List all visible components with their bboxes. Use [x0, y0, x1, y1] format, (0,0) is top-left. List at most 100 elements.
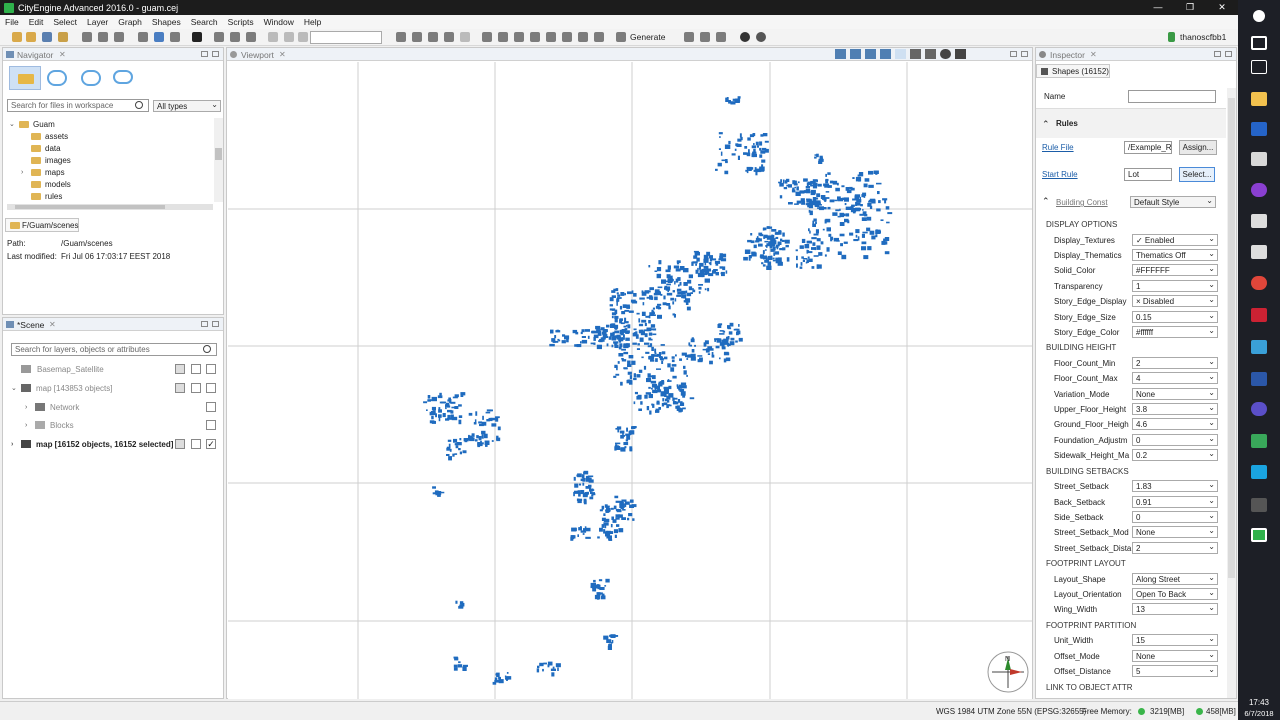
- shape-footprint[interactable]: [596, 344, 602, 350]
- cloud-upload-icon[interactable]: [47, 70, 67, 86]
- shape-footprint[interactable]: [676, 288, 682, 292]
- shape-footprint[interactable]: [744, 249, 751, 255]
- shape-footprint[interactable]: [650, 324, 656, 328]
- attribute-value[interactable]: 0.15: [1132, 310, 1218, 323]
- shape-footprint[interactable]: [648, 332, 653, 336]
- cloud-icon[interactable]: [756, 32, 766, 42]
- shape-footprint[interactable]: [628, 513, 633, 517]
- shape-footprint[interactable]: [627, 324, 631, 329]
- shape-footprint[interactable]: [767, 261, 772, 266]
- shape-footprint[interactable]: [761, 159, 766, 163]
- shape-footprint[interactable]: [670, 367, 675, 372]
- shape-footprint[interactable]: [478, 442, 484, 445]
- shape-footprint[interactable]: [812, 197, 817, 202]
- shape-footprint[interactable]: [835, 187, 840, 192]
- shape-tool-icon-2[interactable]: [498, 32, 508, 42]
- shape-footprint[interactable]: [825, 191, 830, 193]
- shape-footprint[interactable]: [636, 374, 641, 378]
- shape-footprint[interactable]: [458, 415, 463, 418]
- shape-footprint[interactable]: [839, 222, 845, 226]
- shape-footprint[interactable]: [599, 509, 603, 512]
- shape-footprint[interactable]: [826, 227, 832, 232]
- shape-footprint[interactable]: [715, 272, 720, 276]
- shape-footprint[interactable]: [807, 256, 810, 259]
- search-icon[interactable]: [135, 101, 143, 109]
- shape-footprint[interactable]: [613, 529, 618, 534]
- shape-footprint[interactable]: [786, 257, 790, 262]
- shape-footprint[interactable]: [841, 185, 845, 188]
- shape-footprint[interactable]: [620, 434, 624, 439]
- shape-footprint[interactable]: [849, 232, 854, 236]
- shape-footprint[interactable]: [645, 351, 650, 354]
- tree-item-images[interactable]: images: [21, 154, 71, 166]
- shape-footprint[interactable]: [629, 375, 632, 380]
- shape-footprint[interactable]: [446, 454, 450, 456]
- shape-footprint[interactable]: [762, 250, 765, 255]
- shape-footprint[interactable]: [837, 215, 841, 218]
- shape-footprint[interactable]: [670, 297, 674, 301]
- shape-footprint[interactable]: [663, 402, 668, 406]
- shape-footprint[interactable]: [770, 248, 775, 252]
- shape-footprint[interactable]: [452, 396, 458, 399]
- shape-footprint[interactable]: [740, 136, 743, 141]
- shape-footprint[interactable]: [677, 292, 682, 295]
- shape-footprint[interactable]: [694, 251, 700, 256]
- shape-footprint[interactable]: [714, 260, 721, 264]
- shape-footprint[interactable]: [656, 368, 661, 370]
- shape-footprint[interactable]: [855, 201, 858, 206]
- shape-footprint[interactable]: [844, 203, 847, 206]
- shape-footprint[interactable]: [737, 155, 740, 160]
- open-icon[interactable]: [26, 32, 36, 42]
- shape-footprint[interactable]: [558, 339, 561, 342]
- shape-footprint[interactable]: [814, 156, 817, 159]
- shape-footprint[interactable]: [614, 330, 620, 334]
- shape-footprint[interactable]: [688, 342, 691, 346]
- shape-footprint[interactable]: [728, 331, 733, 335]
- shape-footprint[interactable]: [656, 267, 662, 272]
- shape-footprint[interactable]: [672, 397, 675, 401]
- shape-footprint[interactable]: [651, 346, 654, 351]
- shape-footprint[interactable]: [818, 252, 823, 256]
- shape-footprint[interactable]: [611, 323, 616, 326]
- shape-footprint[interactable]: [690, 338, 695, 343]
- shape-footprint[interactable]: [608, 539, 613, 541]
- shape-footprint[interactable]: [671, 356, 675, 359]
- shape-footprint[interactable]: [631, 504, 637, 508]
- shape-footprint[interactable]: [720, 253, 727, 258]
- shape-footprint[interactable]: [719, 357, 721, 360]
- shape-footprint[interactable]: [599, 527, 603, 532]
- shape-footprint[interactable]: [826, 247, 830, 252]
- shape-footprint[interactable]: [805, 186, 810, 189]
- shape-footprint[interactable]: [622, 431, 624, 435]
- shape-footprint[interactable]: [456, 442, 462, 446]
- shape-footprint[interactable]: [627, 371, 632, 375]
- shape-footprint[interactable]: [629, 446, 633, 451]
- type-filter-select[interactable]: All types: [153, 100, 221, 112]
- shape-footprint[interactable]: [634, 391, 638, 395]
- shape-footprint[interactable]: [737, 96, 741, 99]
- shape-footprint[interactable]: [464, 439, 468, 443]
- shape-footprint[interactable]: [799, 190, 805, 194]
- shape-footprint[interactable]: [661, 360, 664, 364]
- shape-footprint[interactable]: [615, 514, 621, 518]
- shape-footprint[interactable]: [855, 176, 862, 182]
- shape-footprint[interactable]: [581, 336, 586, 338]
- shape-footprint[interactable]: [423, 401, 428, 404]
- shape-footprint[interactable]: [491, 423, 497, 427]
- shape-footprint[interactable]: [690, 353, 696, 358]
- shape-footprint[interactable]: [450, 401, 456, 404]
- shape-footprint[interactable]: [831, 236, 834, 240]
- shape-footprint[interactable]: [812, 242, 816, 246]
- shape-footprint[interactable]: [727, 325, 731, 329]
- shape-footprint[interactable]: [454, 453, 458, 455]
- shape-footprint[interactable]: [886, 221, 890, 224]
- search-icon[interactable]: [1253, 10, 1265, 22]
- shape-footprint[interactable]: [860, 204, 863, 207]
- shape-footprint[interactable]: [812, 182, 818, 187]
- shape-footprint[interactable]: [473, 422, 477, 425]
- shape-footprint[interactable]: [813, 233, 819, 236]
- shape-footprint[interactable]: [678, 284, 680, 287]
- shape-footprint[interactable]: [707, 287, 710, 292]
- path-tab[interactable]: F/Guam/scenes: [5, 218, 79, 232]
- shape-footprint[interactable]: [574, 483, 579, 488]
